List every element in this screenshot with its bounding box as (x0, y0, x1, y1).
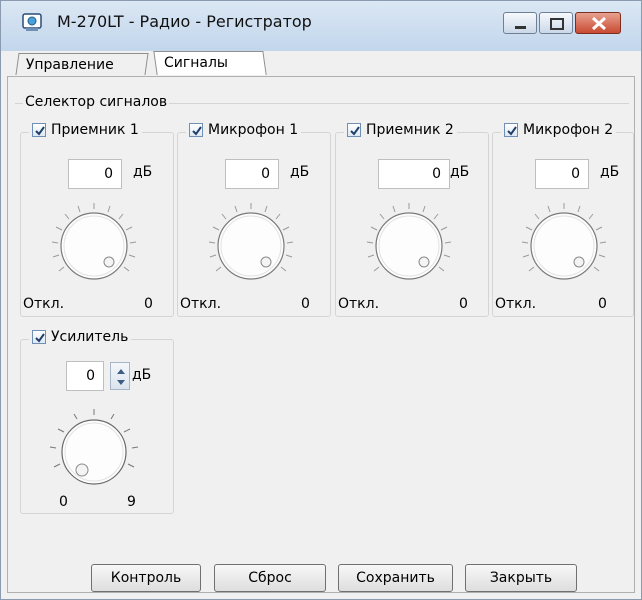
channel-header[interactable]: Приемник 2 (344, 122, 457, 138)
channel-group-microphone-1: Микрофон 1 0 дБ Откл. 0 (177, 122, 331, 317)
amplifier-db-field[interactable]: 0 (66, 361, 104, 391)
app-icon (22, 13, 42, 31)
minimize-button[interactable] (503, 12, 537, 34)
checkmark-icon (35, 126, 45, 136)
microphone-1-off-label: Откл. (180, 296, 222, 312)
amplifier-knob[interactable] (44, 407, 144, 487)
reset-button[interactable]: Сброс (214, 564, 326, 592)
microphone-2-value-label: 0 (598, 296, 607, 312)
checkmark-icon (507, 126, 517, 136)
microphone-1-db-field[interactable]: 0 (225, 159, 279, 189)
microphone-2-db-field[interactable]: 0 (535, 159, 589, 189)
receiver-2-off-label: Откл. (338, 296, 380, 312)
amplifier-max-label: 9 (127, 494, 136, 510)
microphone-1-knob[interactable] (206, 200, 296, 290)
maximize-button[interactable] (539, 12, 573, 34)
save-button[interactable]: Сохранить (338, 564, 453, 592)
db-unit-label: дБ (290, 164, 310, 180)
receiver-2-label: Приемник 2 (366, 122, 454, 138)
channel-header[interactable]: Микрофон 2 (501, 122, 617, 138)
receiver-1-db-field[interactable]: 0 (68, 159, 122, 189)
db-unit-label: дБ (132, 367, 152, 383)
maximize-icon (550, 18, 564, 30)
control-button[interactable]: Контроль (91, 564, 201, 592)
amplifier-spinner[interactable] (110, 362, 130, 390)
tab-signals[interactable]: Сигналы (153, 51, 267, 75)
knob-pointer (260, 256, 272, 268)
selector-group-title: Селектор сигналов (23, 94, 170, 110)
amplifier-min-label: 0 (59, 494, 68, 510)
receiver-2-knob[interactable] (364, 200, 454, 290)
channel-group-microphone-2: Микрофон 2 0 дБ Откл. 0 (492, 122, 634, 317)
checkmark-icon (35, 333, 45, 343)
title-bar[interactable]: M-270LT - Радио - Регистратор (1, 1, 641, 51)
channel-header[interactable]: Приемник 1 (29, 122, 142, 138)
microphone-1-label: Микрофон 1 (208, 122, 299, 138)
receiver-2-db-field[interactable]: 0 (378, 159, 450, 189)
microphone-2-off-label: Откл. (495, 296, 537, 312)
knob-pointer (103, 256, 115, 268)
amplifier-label: Усилитель (51, 329, 129, 345)
receiver-1-checkbox[interactable] (32, 123, 46, 137)
close-window-button[interactable] (575, 12, 621, 34)
channel-header[interactable]: Микрофон 1 (186, 122, 302, 138)
microphone-2-label: Микрофон 2 (523, 122, 614, 138)
channel-group-receiver-1: Приемник 1 0 дБ Откл. 0 (20, 122, 174, 317)
microphone-2-checkbox[interactable] (504, 123, 518, 137)
receiver-2-value-label: 0 (459, 296, 468, 312)
amplifier-checkbox[interactable] (32, 330, 46, 344)
receiver-1-knob[interactable] (49, 200, 139, 290)
tab-signals-label: Сигналы (164, 55, 228, 71)
channel-group-receiver-2: Приемник 2 0 дБ Откл. 0 (335, 122, 489, 317)
receiver-1-off-label: Откл. (23, 296, 65, 312)
checkmark-icon (350, 126, 360, 136)
microphone-2-knob[interactable] (519, 200, 609, 290)
amplifier-header[interactable]: Усилитель (29, 329, 132, 345)
tab-control-label: Управление (25, 57, 114, 73)
db-unit-label: дБ (133, 164, 153, 180)
knob-pointer (418, 256, 430, 268)
minimize-icon (515, 26, 526, 29)
microphone-1-value-label: 0 (301, 296, 310, 312)
db-unit-label: дБ (600, 164, 620, 180)
microphone-1-checkbox[interactable] (189, 123, 203, 137)
receiver-1-label: Приемник 1 (51, 122, 139, 138)
amplifier-group: Усилитель 0 дБ 0 9 (20, 329, 174, 514)
knob-pointer (75, 463, 89, 477)
receiver-1-value-label: 0 (144, 296, 153, 312)
app-window: M-270LT - Радио - Регистратор Управление… (0, 0, 642, 600)
checkmark-icon (192, 126, 202, 136)
close-icon (591, 16, 607, 31)
tab-control[interactable]: Управление (15, 53, 149, 75)
close-button[interactable]: Закрыть (465, 564, 577, 592)
spin-arrows-icon (117, 369, 125, 385)
window-title: M-270LT - Радио - Регистратор (57, 12, 312, 31)
db-unit-label: дБ (450, 164, 470, 180)
knob-pointer (573, 256, 585, 268)
receiver-2-checkbox[interactable] (347, 123, 361, 137)
